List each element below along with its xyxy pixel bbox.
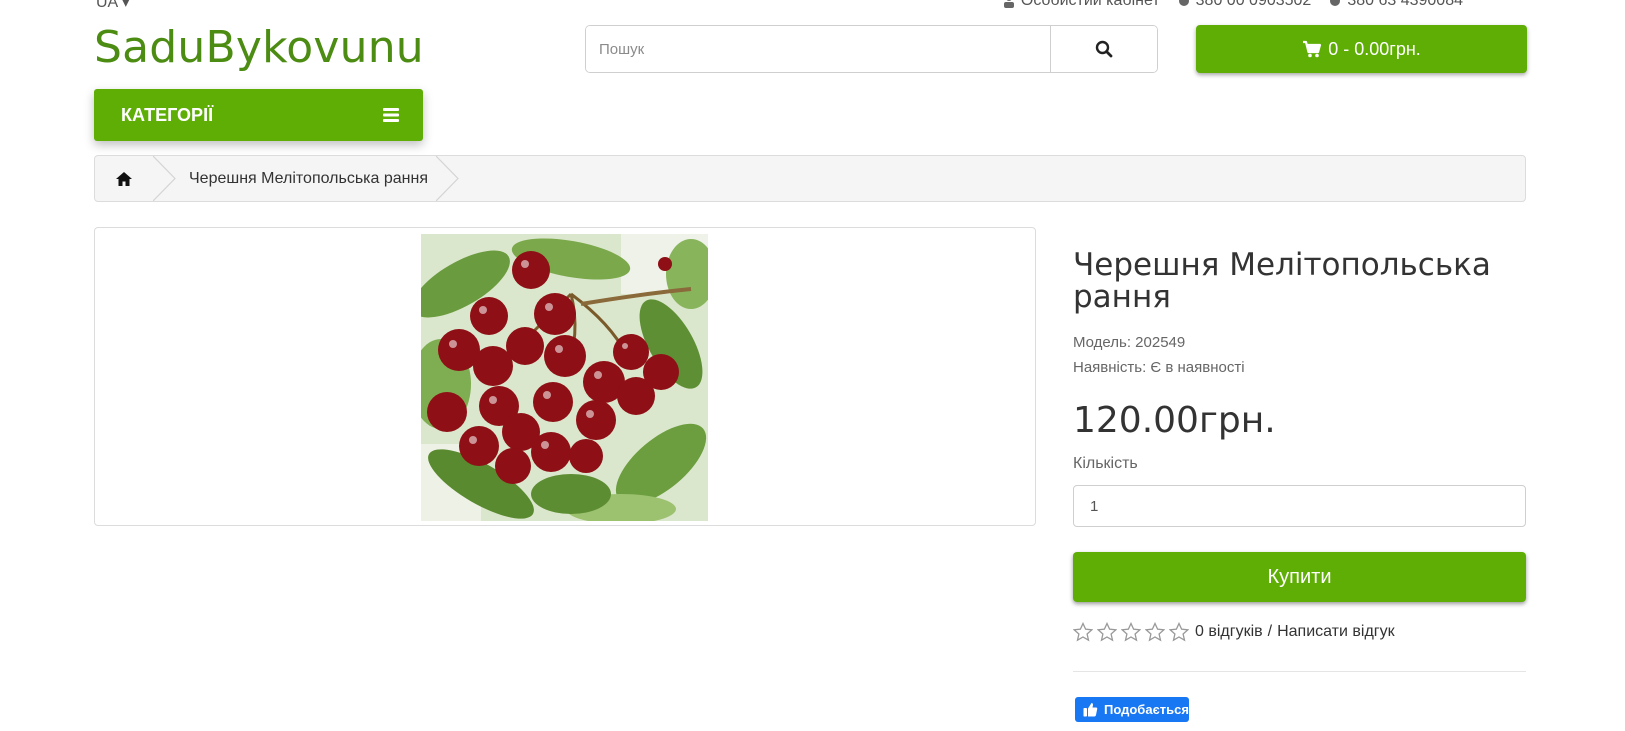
categories-menu-button[interactable]: КАТЕГОРІЇ: [94, 89, 423, 141]
cart-button[interactable]: 0 - 0.00грн.: [1196, 25, 1527, 73]
facebook-like-label: Подобається: [1104, 702, 1189, 717]
breadcrumb-separator: [153, 156, 176, 201]
search-icon: [1095, 40, 1113, 58]
reviews-link[interactable]: 0 відгуків: [1195, 623, 1263, 641]
write-review-link[interactable]: Написати відгук: [1277, 623, 1395, 641]
facebook-like-button[interactable]: Подобається: [1075, 697, 1189, 722]
categories-label: КАТЕГОРІЇ: [121, 104, 214, 125]
star-empty-icon: [1145, 622, 1165, 642]
product-meta: Модель: 202549 Наявність: Є в наявності: [1073, 330, 1245, 380]
product-title: Черешня Мелітопольська рання: [1073, 247, 1491, 315]
search-button[interactable]: [1050, 26, 1157, 72]
phone-number-2: 380 63 4390084: [1347, 0, 1463, 9]
breadcrumb-separator: [436, 156, 459, 201]
rating-separator: /: [1267, 623, 1273, 640]
product-model: Модель: 202549: [1073, 334, 1186, 351]
site-logo[interactable]: SaduBykovunu: [94, 22, 424, 73]
divider: [1073, 671, 1526, 672]
home-icon: [116, 171, 132, 186]
search-input[interactable]: [586, 26, 1050, 72]
phone-number-1: 380 00 0903502: [1195, 0, 1312, 9]
language-selector[interactable]: UA ▾: [96, 0, 130, 12]
top-links: Особистий кабінет 380 00 0903502 380 63 …: [1003, 0, 1463, 10]
thumbs-up-icon: [1083, 703, 1098, 717]
hamburger-menu-icon: [383, 108, 399, 122]
product-image-frame: [94, 227, 1036, 526]
account-link[interactable]: Особистий кабінет: [1003, 0, 1160, 10]
phone-icon: [1330, 0, 1341, 6]
star-empty-icon: [1073, 622, 1093, 642]
cart-total: 0 - 0.00грн.: [1328, 38, 1421, 59]
breadcrumb: Черешня Мелітопольська рання: [94, 155, 1526, 202]
rating-stars: [1073, 622, 1189, 642]
quantity-label: Кількість: [1073, 455, 1138, 472]
star-empty-icon: [1097, 622, 1117, 642]
shopping-cart-icon: [1303, 40, 1322, 58]
phone-link-2[interactable]: 380 63 4390084: [1329, 0, 1463, 10]
account-label: Особистий кабінет: [1020, 0, 1160, 9]
product-photo[interactable]: [421, 234, 708, 521]
language-label: UA ▾: [96, 0, 130, 11]
buy-button[interactable]: Купити: [1073, 552, 1526, 602]
phone-icon: [1178, 0, 1189, 6]
phone-link-1[interactable]: 380 00 0903502: [1178, 0, 1312, 10]
product-price: 120.00грн.: [1073, 400, 1276, 441]
star-empty-icon: [1169, 622, 1189, 642]
quantity-input[interactable]: [1073, 485, 1526, 527]
breadcrumb-home[interactable]: [95, 156, 153, 201]
star-empty-icon: [1121, 622, 1141, 642]
rating-row: 0 відгуків / Написати відгук: [1073, 622, 1395, 642]
breadcrumb-item-product[interactable]: Черешня Мелітопольська рання: [177, 170, 436, 188]
search-bar: [585, 25, 1158, 73]
product-availability: Наявність: Є в наявності: [1073, 359, 1245, 376]
user-icon: [1003, 0, 1014, 8]
